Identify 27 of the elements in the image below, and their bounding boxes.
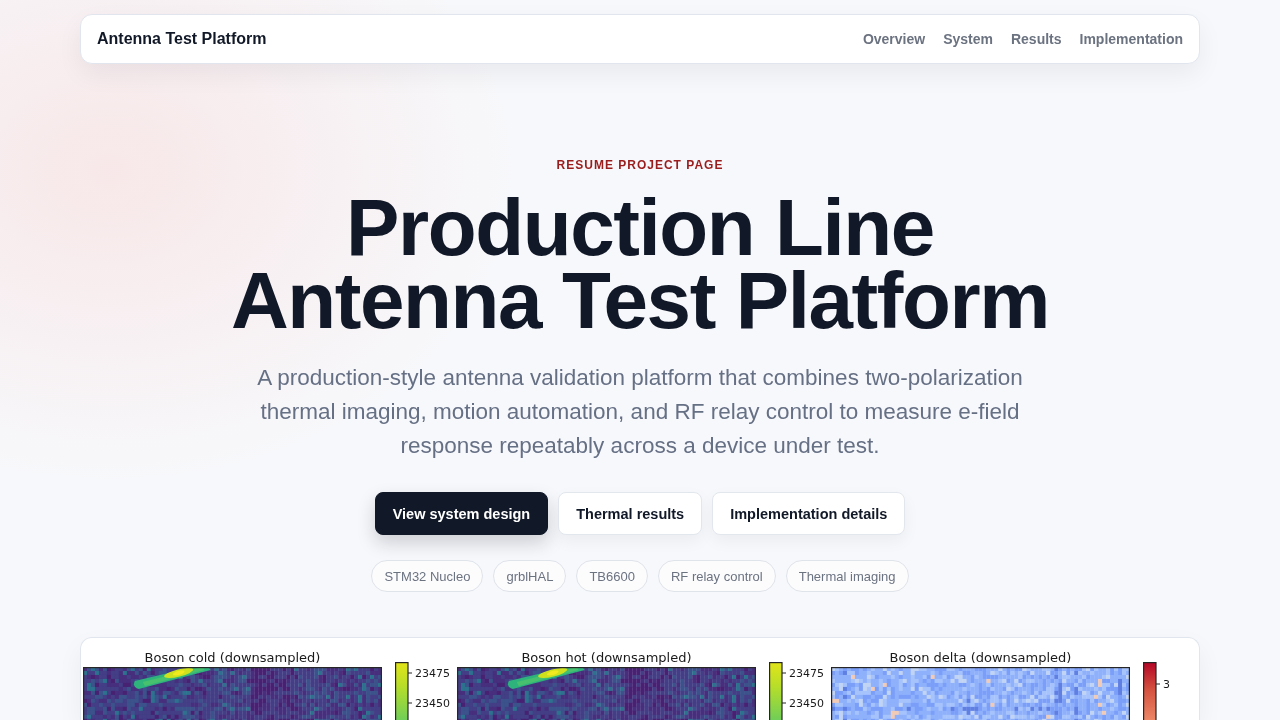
tech-tag: STM32 Nucleo <box>371 560 484 592</box>
tick-label: 23475 <box>415 666 450 680</box>
nav-link[interactable]: Results <box>1010 31 1062 47</box>
tech-tag: grblHAL <box>493 560 567 592</box>
page-subtitle: A production-style antenna validation platform that combines two-polarization thermal imaging, motion automation, and RF relay control to measure e-field response repeatably across a device under test. <box>256 364 1024 460</box>
brand-link[interactable]: Antenna Test Platform <box>97 30 267 48</box>
plot-title: Boson delta (downsampled) <box>888 650 1073 665</box>
tick-label: 23450 <box>789 696 824 710</box>
colorbar <box>1143 662 1161 720</box>
tick-label: 23475 <box>789 666 824 680</box>
nav-link[interactable]: Overview <box>862 31 926 47</box>
colorbar <box>395 662 413 720</box>
tick-label: 23450 <box>415 696 450 710</box>
colorbar <box>769 662 787 720</box>
nav-link[interactable]: System <box>943 31 993 47</box>
plot-title: Boson hot (downsampled) <box>520 650 693 665</box>
nav-link[interactable]: Implementation <box>1079 31 1183 47</box>
tech-tag: Thermal imaging <box>785 560 909 592</box>
secondary-button[interactable]: Implementation details <box>712 492 906 535</box>
eyebrow-label: RESUME PROJECT PAGE <box>556 157 724 173</box>
plot-title: Boson cold (downsampled) <box>143 650 322 665</box>
tech-tag: RF relay control <box>657 560 776 592</box>
primary-button[interactable]: View system design <box>374 492 549 535</box>
tick-label: 3 <box>1163 677 1170 691</box>
page-title: Production Line Antenna Test Platform <box>229 191 1051 337</box>
tech-tag: TB6600 <box>576 560 648 592</box>
secondary-button[interactable]: Thermal results <box>558 492 703 535</box>
